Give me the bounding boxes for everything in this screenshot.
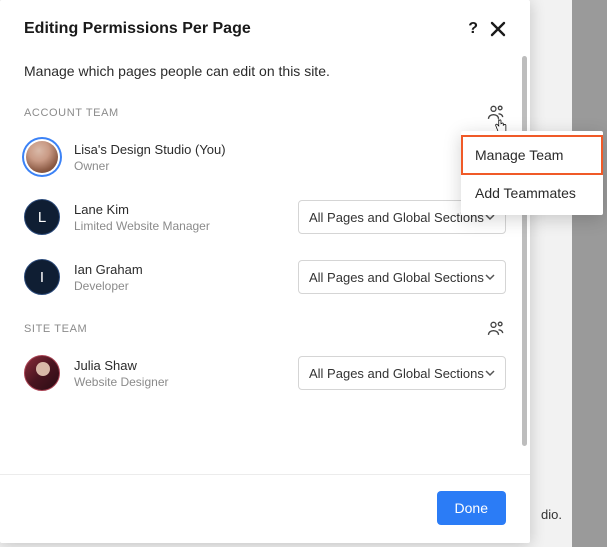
- menu-item-add-teammates[interactable]: Add Teammates: [461, 175, 603, 211]
- help-icon[interactable]: ?: [468, 20, 478, 38]
- avatar: I: [24, 259, 60, 295]
- modal-body: Manage which pages people can edit on th…: [0, 52, 530, 474]
- site-team-label: SITE TEAM: [24, 323, 87, 335]
- modal-title: Editing Permissions Per Page: [24, 20, 251, 38]
- close-icon[interactable]: [490, 21, 506, 37]
- team-menu-icon[interactable]: [486, 319, 506, 339]
- member-info: Lane Kim Limited Website Manager: [74, 202, 284, 233]
- modal-subtitle: Manage which pages people can edit on th…: [24, 63, 506, 79]
- dropdown-value: All Pages and Global Sections: [309, 270, 484, 285]
- avatar: [24, 355, 60, 391]
- header-actions: ?: [468, 20, 506, 38]
- account-team-label: ACCOUNT TEAM: [24, 107, 119, 119]
- member-row: I Ian Graham Developer All Pages and Glo…: [24, 259, 506, 295]
- menu-item-manage-team[interactable]: Manage Team: [461, 135, 603, 175]
- site-team-header: SITE TEAM: [24, 319, 506, 339]
- avatar: L: [24, 199, 60, 235]
- member-role: Developer: [74, 279, 284, 293]
- member-info: Ian Graham Developer: [74, 262, 284, 293]
- chevron-down-icon: [485, 368, 495, 378]
- modal-footer: Done: [0, 474, 530, 543]
- scrollbar[interactable]: [522, 56, 527, 446]
- avatar: [24, 139, 60, 175]
- pages-dropdown[interactable]: All Pages and Global Sections: [298, 356, 506, 390]
- member-name: Julia Shaw: [74, 358, 284, 373]
- member-row: L Lane Kim Limited Website Manager All P…: [24, 199, 506, 235]
- team-menu-icon[interactable]: [486, 103, 506, 123]
- pages-dropdown[interactable]: All Pages and Global Sections: [298, 260, 506, 294]
- permissions-modal: Editing Permissions Per Page ? Manage wh…: [0, 0, 530, 543]
- done-button[interactable]: Done: [437, 491, 506, 525]
- dropdown-value: All Pages and Global Sections: [309, 210, 484, 225]
- member-info: Julia Shaw Website Designer: [74, 358, 284, 389]
- member-name: Ian Graham: [74, 262, 284, 277]
- member-row: Julia Shaw Website Designer All Pages an…: [24, 355, 506, 391]
- member-role: Owner: [74, 159, 506, 173]
- member-name: Lane Kim: [74, 202, 284, 217]
- avatar-initial: I: [40, 269, 44, 286]
- member-info: Lisa's Design Studio (You) Owner: [74, 142, 506, 173]
- backdrop-strip: [572, 0, 607, 547]
- member-name: Lisa's Design Studio (You): [74, 142, 506, 157]
- member-role: Website Designer: [74, 375, 284, 389]
- avatar-initial: L: [38, 209, 46, 226]
- team-context-menu: Manage Team Add Teammates: [461, 131, 603, 215]
- dropdown-value: All Pages and Global Sections: [309, 366, 484, 381]
- member-row: Lisa's Design Studio (You) Owner: [24, 139, 506, 175]
- chevron-down-icon: [485, 272, 495, 282]
- account-team-header: ACCOUNT TEAM: [24, 103, 506, 123]
- member-role: Limited Website Manager: [74, 219, 284, 233]
- backdrop-text: dio.: [541, 507, 562, 522]
- modal-header: Editing Permissions Per Page ?: [0, 0, 530, 52]
